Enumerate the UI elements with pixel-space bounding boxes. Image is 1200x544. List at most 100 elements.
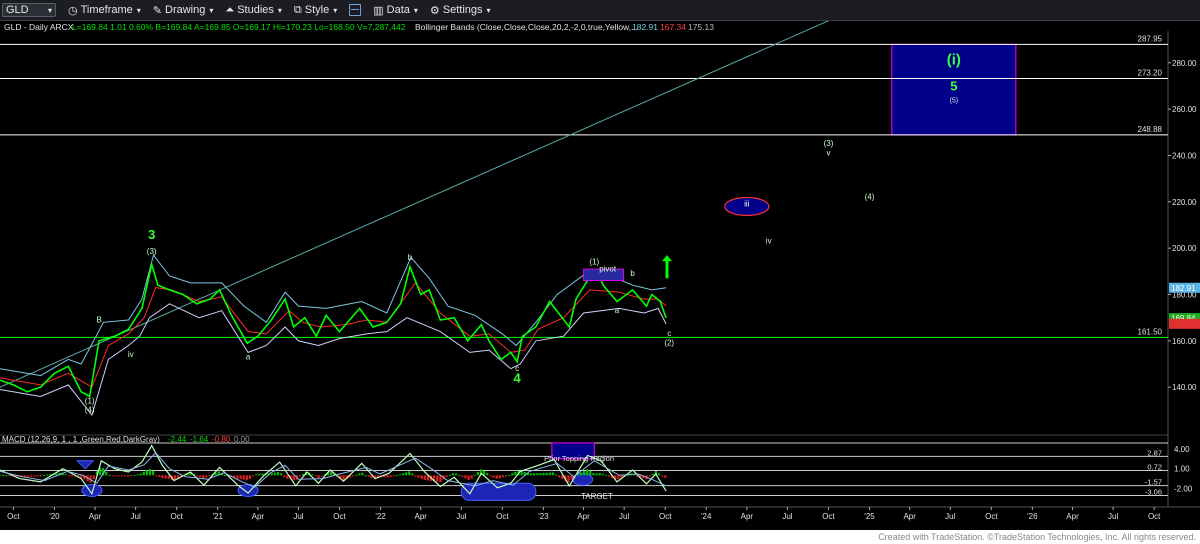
macd-histogram-bar (508, 475, 511, 477)
chevron-down-icon: ▾ (209, 5, 214, 15)
macd-histogram-bar (386, 475, 389, 478)
style-menu[interactable]: ⧉ Style ▾ (294, 4, 337, 17)
macd-histogram-bar (142, 471, 145, 476)
macd-histogram-bar (529, 473, 533, 476)
price-tick-label: 220.00 (1172, 198, 1197, 207)
wave-label: (4) (85, 406, 95, 415)
macd-histogram-bar (92, 475, 95, 479)
time-tick-label: Jul (945, 512, 955, 521)
macd-histogram-bar (27, 475, 30, 477)
wave-label: iii (744, 199, 750, 208)
macd-histogram-bar (539, 473, 542, 476)
wave-label: (2) (664, 338, 674, 347)
macd-level-label: 2.87 (1147, 448, 1162, 457)
wave-label: iv (766, 237, 772, 246)
timeframe-menu[interactable]: ◷ Timeframe ▾ (68, 4, 141, 17)
price-tick-label: 140.00 (1172, 383, 1197, 392)
macd-histogram-bar (198, 475, 202, 478)
time-tick-label: Jul (456, 512, 466, 521)
drawing-menu[interactable]: ✎ Drawing ▾ (153, 4, 214, 17)
data-menu[interactable]: ▥ Data ▾ (373, 4, 418, 17)
macd-histogram-bar (489, 475, 492, 477)
price-chart[interactable]: 140.00160.00180.00200.00220.00240.00260.… (0, 21, 1200, 530)
macd-histogram-bar (130, 475, 133, 477)
macd-histogram-bar (579, 472, 583, 476)
time-tick-label: Jul (1108, 512, 1118, 521)
symbol-selector[interactable]: GLD ▾ (2, 3, 56, 17)
macd-histogram-bar (554, 474, 558, 476)
macd-histogram-bar (5, 475, 8, 477)
macd-histogram-bar (311, 474, 314, 476)
macd-histogram-bar (33, 475, 36, 477)
macd-histogram-bar (273, 472, 277, 476)
chevron-down-icon: ▾ (277, 5, 282, 15)
macd-histogram-bar (404, 472, 408, 476)
macd-histogram-bar (604, 475, 608, 477)
macd-histogram-bar (361, 472, 364, 476)
wave-label: v (826, 148, 830, 157)
macd-header-v2: -1.64 (190, 435, 209, 444)
macd-level-label: 0.72 (1147, 463, 1162, 472)
chevron-down-icon: ▾ (47, 5, 52, 15)
macd-histogram-bar (454, 473, 458, 476)
macd-histogram-bar (601, 473, 604, 476)
macd-histogram-bar (298, 475, 302, 477)
header-prefix: GLD - Daily ARCX (4, 22, 74, 32)
wave-label: B (96, 315, 101, 324)
clock-icon: ◷ (68, 4, 78, 17)
layout-icon[interactable] (349, 4, 362, 16)
price-tick-label: 200.00 (1172, 244, 1197, 253)
settings-menu[interactable]: ⚙ Settings ▾ (430, 4, 491, 17)
time-tick-label: Oct (659, 512, 672, 521)
macd-histogram-bar (330, 471, 333, 476)
macd-histogram-bar (451, 473, 455, 476)
macd-histogram-bar (586, 469, 589, 476)
macd-histogram-bar (255, 474, 258, 476)
studies-menu[interactable]: ⏶ Studies ▾ (225, 4, 282, 17)
macd-histogram-bar (486, 473, 489, 476)
time-tick-label: '25 (864, 512, 875, 521)
macd-histogram-bar (251, 475, 255, 477)
wave-label: (1) (85, 396, 95, 405)
macd-histogram-bar (583, 470, 586, 476)
macd-histogram-bar (64, 474, 67, 476)
wave-label: (3) (147, 247, 157, 256)
header-bb-lower: 167.34 (660, 22, 686, 32)
time-tick-label: Jul (293, 512, 303, 521)
header-bb-upper: 182.91 (632, 22, 658, 32)
macd-histogram-bar (558, 475, 561, 478)
macd-histogram-bar (436, 475, 439, 482)
macd-histogram-bar (208, 475, 211, 477)
wave-label: (4) (865, 193, 875, 202)
macd-histogram-bar (464, 475, 467, 479)
macd-histogram-bar (283, 475, 286, 478)
wave-label: pivot (599, 264, 617, 273)
macd-histogram-bar (545, 472, 548, 476)
macd-histogram-bar (448, 474, 451, 476)
macd-histogram-bar (651, 473, 654, 476)
footer: Created with TradeStation. ©TradeStation… (0, 530, 1200, 544)
macd-histogram-bar (364, 475, 367, 477)
macd-histogram-bar (536, 473, 539, 476)
header-bb-mid: 175.13 (688, 22, 714, 32)
pencil-icon: ✎ (152, 4, 162, 17)
time-tick-label: Oct (496, 512, 509, 521)
macd-histogram-bar (167, 475, 170, 479)
macd-histogram-bar (661, 475, 664, 477)
header-quote: L=169.84 1.01 0.60% B=169.84 A=169.85 O=… (72, 22, 406, 32)
wave-label: 4 (513, 371, 521, 386)
macd-histogram-bar (461, 475, 464, 477)
macd-histogram-bar (607, 475, 611, 477)
time-tick-label: Apr (89, 512, 102, 521)
macd-histogram-bar (648, 475, 651, 477)
time-tick-label: Jul (619, 512, 629, 521)
macd-histogram-bar (445, 475, 448, 477)
style-icon: ⧉ (293, 3, 302, 16)
macd-histogram-bar (248, 475, 252, 479)
macd-histogram-bar (23, 475, 27, 477)
macd-histogram-bar (423, 475, 426, 480)
macd-histogram-bar (136, 474, 139, 476)
macd-histogram-bar (320, 475, 323, 477)
chevron-down-icon: ▾ (413, 5, 418, 15)
macd-tick-label: 1.00 (1174, 465, 1190, 474)
